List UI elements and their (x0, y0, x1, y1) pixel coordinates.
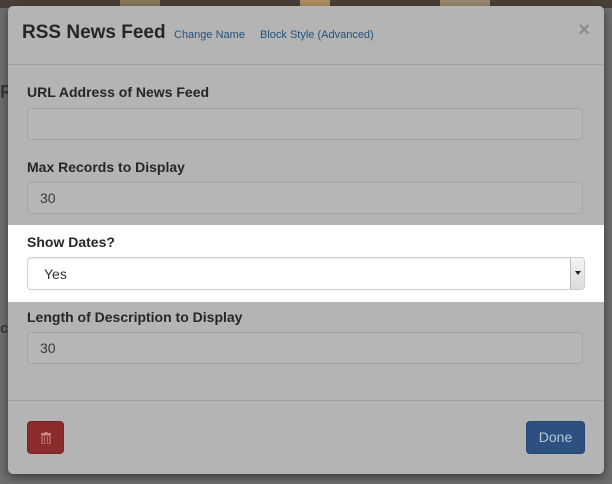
block-style-link[interactable]: Block Style (Advanced) (260, 29, 374, 41)
delete-button[interactable] (27, 421, 64, 454)
change-name-link[interactable]: Change Name (174, 29, 245, 41)
modal-header: RSS News Feed Change Name Block Style (A… (8, 6, 604, 65)
url-label: URL Address of News Feed (27, 84, 210, 100)
done-button[interactable]: Done (526, 421, 585, 454)
close-icon[interactable]: × (578, 20, 590, 40)
modal-footer: Done (8, 400, 604, 474)
description-length-input[interactable]: 30 (27, 332, 583, 364)
max-records-label: Max Records to Display (27, 159, 185, 175)
show-dates-section: Show Dates? Yes (8, 225, 604, 302)
show-dates-select[interactable]: Yes (27, 257, 585, 290)
show-dates-label: Show Dates? (27, 234, 115, 250)
trash-icon (41, 432, 51, 444)
chevron-down-icon[interactable] (570, 258, 584, 289)
url-input[interactable] (27, 108, 583, 140)
show-dates-value: Yes (44, 266, 67, 282)
description-length-label: Length of Description to Display (27, 309, 243, 325)
max-records-input[interactable]: 30 (27, 182, 583, 214)
rss-feed-modal: RSS News Feed Change Name Block Style (A… (8, 6, 604, 474)
modal-title: RSS News Feed (22, 22, 166, 43)
